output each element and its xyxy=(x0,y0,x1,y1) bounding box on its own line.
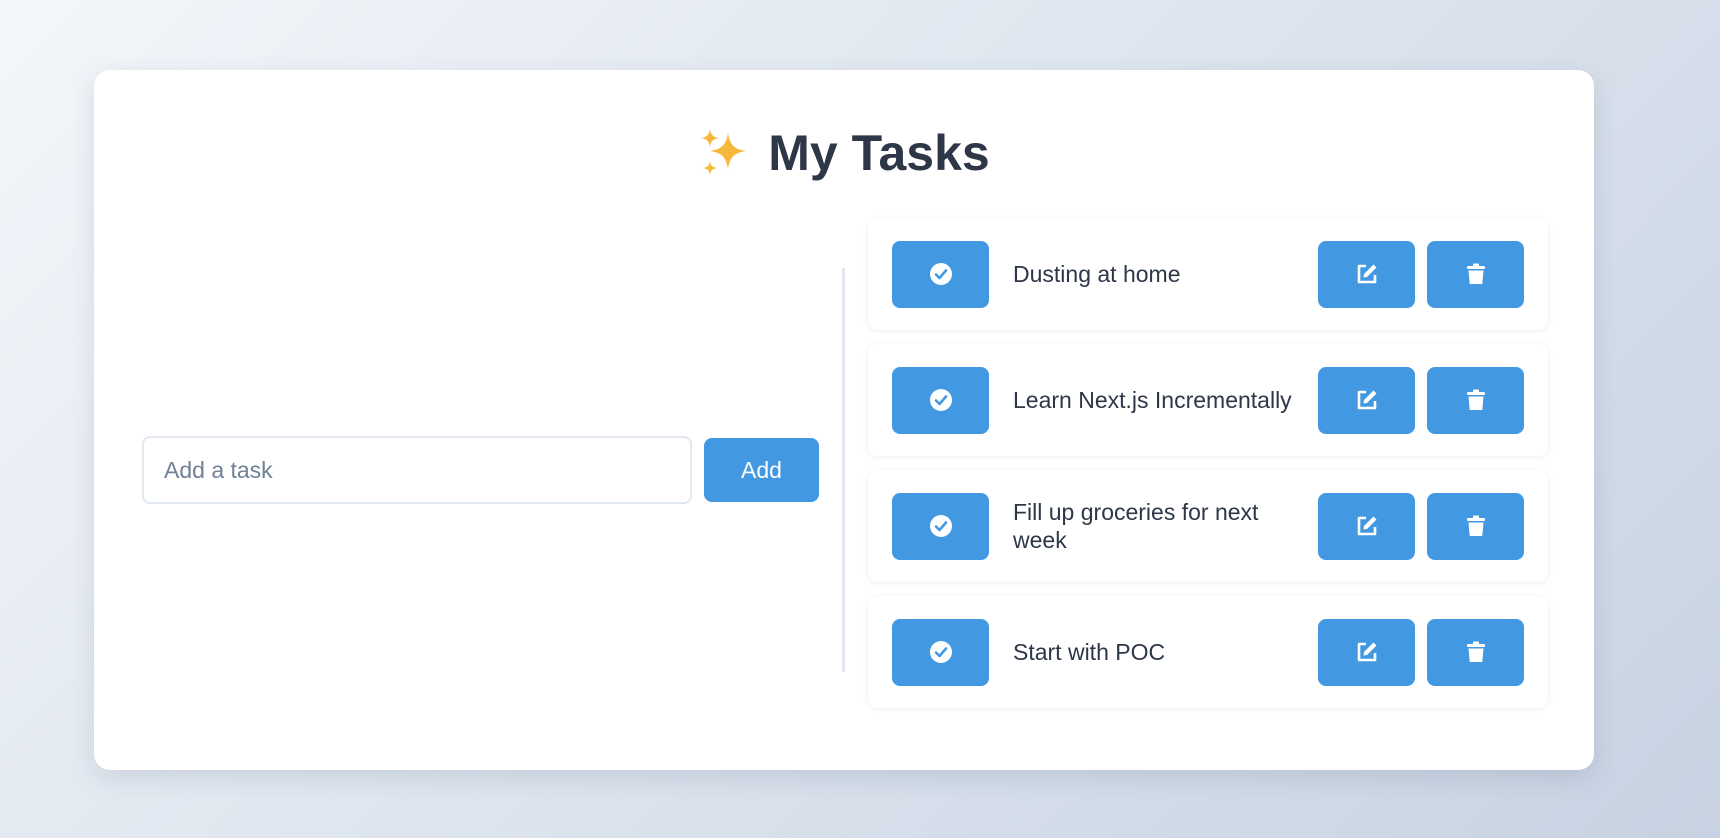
edit-button[interactable] xyxy=(1318,366,1415,434)
edit-button[interactable] xyxy=(1318,492,1415,560)
edit-icon xyxy=(1357,390,1376,410)
complete-button[interactable] xyxy=(892,366,989,434)
trash-icon xyxy=(1466,389,1485,410)
add-task-input[interactable] xyxy=(142,436,692,504)
task-text: Fill up groceries for next week xyxy=(1013,499,1259,553)
add-button[interactable]: Add xyxy=(704,438,819,502)
trash-icon xyxy=(1466,263,1485,284)
page-title: My Tasks xyxy=(94,124,1594,182)
check-circle-icon xyxy=(929,641,952,663)
task-item: Start with POC xyxy=(868,596,1548,708)
task-actions xyxy=(1318,366,1524,434)
complete-button[interactable] xyxy=(892,492,989,560)
sparkles-icon xyxy=(698,127,750,179)
task-item: Dusting at home xyxy=(868,218,1548,330)
task-actions xyxy=(1318,240,1524,308)
complete-button[interactable] xyxy=(892,240,989,308)
check-circle-icon xyxy=(929,263,952,285)
task-text: Learn Next.js Incrementally xyxy=(1013,387,1292,413)
edit-button[interactable] xyxy=(1318,618,1415,686)
edit-icon xyxy=(1357,516,1376,536)
task-item: Learn Next.js Incrementally xyxy=(868,344,1548,456)
task-text: Start with POC xyxy=(1013,639,1166,665)
task-list: Dusting at home Learn Next.js Incrementa… xyxy=(868,218,1548,722)
task-card: My Tasks Add Dusting at home xyxy=(94,70,1594,770)
task-actions xyxy=(1318,492,1524,560)
divider xyxy=(842,268,845,672)
complete-button[interactable] xyxy=(892,618,989,686)
delete-button[interactable] xyxy=(1427,618,1524,686)
check-circle-icon xyxy=(929,515,952,537)
trash-icon xyxy=(1466,515,1485,536)
edit-button[interactable] xyxy=(1318,240,1415,308)
task-actions xyxy=(1318,618,1524,686)
delete-button[interactable] xyxy=(1427,492,1524,560)
delete-button[interactable] xyxy=(1427,366,1524,434)
task-item: Fill up groceries for next week xyxy=(868,470,1548,582)
edit-icon xyxy=(1357,642,1376,662)
delete-button[interactable] xyxy=(1427,240,1524,308)
page-title-text: My Tasks xyxy=(768,125,990,181)
check-circle-icon xyxy=(929,389,952,411)
trash-icon xyxy=(1466,641,1485,662)
edit-icon xyxy=(1357,264,1376,284)
add-task-form: Add xyxy=(142,436,819,504)
task-text: Dusting at home xyxy=(1013,261,1181,287)
